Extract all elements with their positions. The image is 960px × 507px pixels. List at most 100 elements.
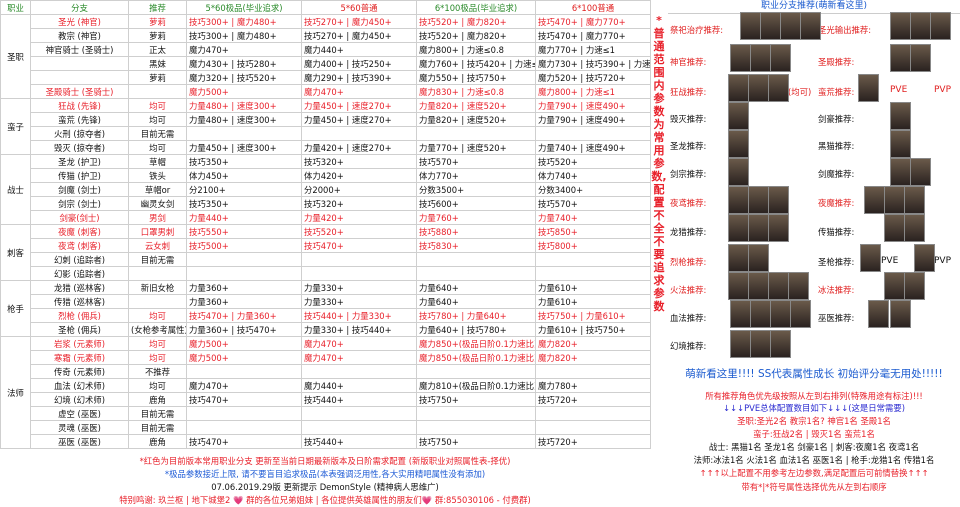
stat-cell — [535, 364, 651, 379]
stat-cell: 力量360+ — [186, 280, 302, 295]
hero-portrait — [748, 74, 769, 102]
stat-cell: 技巧720+ — [535, 434, 651, 449]
hero-portrait — [740, 12, 761, 40]
stat-cell — [535, 266, 651, 281]
table-row: 剑魔 (剑士) 草帽or 分2100+ 分2000+ 分数3500+ 分数3400+ — [1, 182, 651, 197]
branch-cell: 狂战 (先锋) — [30, 98, 129, 113]
stat-cell: 技巧320+ — [301, 196, 417, 211]
stat-cell: 技巧270+ | 魔力450+ — [301, 28, 417, 43]
hero-portrait — [770, 44, 791, 72]
stat-cell — [186, 406, 302, 421]
stat-cell: 技巧570+ — [416, 154, 536, 169]
recommend-cell: 萝莉 — [128, 14, 187, 29]
hero-portrait — [904, 214, 925, 242]
recommend-cell — [128, 84, 187, 99]
hero-portrait — [864, 186, 885, 214]
hero-portrait — [910, 12, 931, 40]
stat-cell: 魔力440+ — [301, 378, 417, 393]
stat-cell: 分数3400+ — [535, 182, 651, 197]
label-ice-mage: 冰法推荐: — [818, 285, 855, 295]
badge-pve-1: PVE — [890, 85, 908, 95]
recommend-cell: 铁头 — [128, 168, 187, 183]
branch-cell: 教宗 (神官) — [30, 28, 129, 43]
config-warrior: 战士: 黑猫1名 圣龙1名 剑豪1名 | 刺客:夜魔1名 夜鸢1名 — [708, 442, 920, 452]
stat-cell: 力量450+ | 速度270+ — [301, 98, 417, 113]
table-row: 战士 圣龙 (护卫) 草帽 技巧350+ 技巧320+ 技巧570+ 技巧520+ — [0, 154, 651, 225]
stat-cell: 技巧520+ | 魔力820+ — [416, 14, 536, 29]
recommend-cell: 均可 — [128, 336, 187, 351]
job-cell: 枪手 — [0, 280, 31, 337]
stat-cell: 技巧720+ — [535, 392, 651, 407]
branch-cell: 圣殿骑士 (圣骑士) — [30, 84, 129, 99]
table-row: 教宗 (神官) 萝莉 技巧300+ | 魔力480+ 技巧270+ | 魔力450+ 技… — [1, 28, 651, 43]
table-row: 剑豪(剑士) 男剑 力量440+ 力量420+ 力量760+ 力量740+ — [1, 210, 651, 225]
header-branch: 分支 — [30, 0, 129, 15]
stat-cell — [535, 420, 651, 435]
branch-cell: 巫医 (巫医) — [30, 434, 129, 449]
stat-cell: 技巧440+ — [301, 434, 417, 449]
branch-cell: 夜魔 (刺客) — [30, 224, 129, 239]
hero-portrait — [730, 44, 751, 72]
header-col3: 6*100极品(毕业追求) — [416, 0, 536, 15]
stat-cell: 魔力470+ — [301, 84, 417, 99]
table-row: 萝莉 魔力320+ | 技巧520+ 魔力290+ | 技巧390+ 魔力550+ |… — [1, 70, 651, 85]
recommend-cell: 不推荐 — [128, 364, 187, 379]
table-row: 毁灭 (掠夺者) 均可 力量450+ | 速度300+ 力量420+ | 速度270+… — [1, 140, 651, 155]
stat-cell: 技巧830+ — [416, 238, 536, 253]
config-mage: 法师:冰法1名 火法1名 血法1名 巫医1名 | 枪手:龙猎1名 传猎1名 — [693, 455, 935, 465]
hero-portrait — [748, 272, 769, 300]
stat-cell: 技巧440+ | 力量330+ — [301, 308, 417, 323]
badge-pvp-2: PVP — [934, 256, 952, 266]
stat-cell: 技巧300+ | 魔力480+ — [186, 28, 302, 43]
hero-portrait — [890, 102, 911, 130]
note-version: 07.06.2019.29版 更新提示 DemonStyle (精神病人思维广) — [211, 482, 439, 492]
label-either: (均可) — [788, 87, 812, 97]
stat-cell: 技巧470+ — [301, 238, 417, 253]
hero-portrait — [788, 272, 809, 300]
stat-cell: 技巧470+ | 力量360+ — [186, 308, 302, 323]
hero-portrait — [930, 12, 951, 40]
stat-cell: 分2100+ — [186, 182, 302, 197]
branch-cell: 毁灭 (掠夺者) — [30, 140, 129, 155]
table-row: 幻境 (幻术师) 鹿角 技巧470+ 技巧440+ 技巧750+ 技巧720+ — [1, 392, 651, 407]
recommend-cell: 均可 — [128, 140, 187, 155]
config-note: ↑↑↑以上配置不用参考左边参数,满足配置后可前情替换↑↑↑ — [699, 468, 929, 478]
branch-cell: 幻境 (幻术师) — [30, 392, 129, 407]
recommend-cell: 黑妹 — [128, 56, 187, 71]
stat-cell — [186, 126, 302, 141]
stat-cell: 技巧780+ | 力量640+ — [416, 308, 536, 323]
label-priest-heal: 祭祀治疗推荐: — [670, 25, 724, 35]
table-row: 灵魂 (巫医) 目前无需 — [1, 420, 651, 435]
recommend-cell — [128, 294, 187, 309]
hero-portrait — [750, 300, 771, 328]
recommend-cell: 口罩男刺 — [128, 224, 187, 239]
table-row: 夜鸢 (刺客) 云女刺 技巧500+ 技巧470+ 技巧830+ 技巧800+ — [1, 238, 651, 253]
recommend-cell: 新旧女枪 — [128, 280, 187, 295]
recommend-cell: 目前无需 — [128, 126, 187, 141]
stat-cell — [535, 126, 651, 141]
stat-cell: 技巧750+ — [416, 434, 536, 449]
stat-cell: 技巧270+ | 魔力450+ — [301, 14, 417, 29]
stat-cell: 技巧800+ — [535, 238, 651, 253]
stat-cell: 魔力800+ | 力速≤1 — [535, 84, 651, 99]
stat-cell: 技巧350+ — [186, 196, 302, 211]
stat-cell: 力量360+ — [186, 294, 302, 309]
label-dragon-hunt: 龙猎推荐: — [670, 227, 707, 237]
hero-portrait — [884, 186, 905, 214]
hero-portrait — [780, 12, 801, 40]
recommend-cell: 幽灵女剑 — [128, 196, 187, 211]
stat-cell: 魔力760+ | 技巧420+ | 力速≤0.8 — [416, 56, 536, 71]
job-cell: 法师 — [0, 336, 31, 449]
stat-cell: 力量450+ | 速度270+ — [301, 112, 417, 127]
hero-portrait — [730, 300, 751, 328]
stat-cell — [416, 252, 536, 267]
hero-portrait — [890, 300, 911, 328]
job-cell: 蛮子 — [0, 98, 31, 155]
config-barbarian: 蛮子:狂战2名 | 毁灭1名 蛮荒1名 — [753, 429, 875, 439]
stat-cell: 技巧520+ | 魔力820+ — [416, 28, 536, 43]
hero-portrait — [904, 186, 925, 214]
stat-cell — [186, 364, 302, 379]
header-row: 职业 分支 推荐 5*60极品(毕业追求) 5*60普通 6*100极品(毕业追… — [0, 0, 651, 15]
stat-cell: 力量330+ | 技巧440+ — [301, 322, 417, 337]
stat-cell: 魔力820+ — [535, 350, 651, 365]
